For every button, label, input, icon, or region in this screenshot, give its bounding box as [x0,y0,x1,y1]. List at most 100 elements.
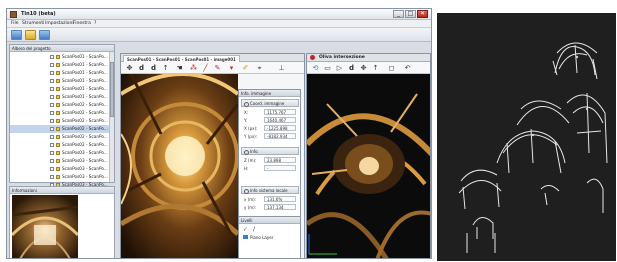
tree-checkbox[interactable] [50,70,54,75]
close-button[interactable]: ✕ [417,10,428,18]
menu-finestra[interactable]: Finestra [73,21,91,26]
tree-item[interactable]: ScanPos02 - ScanPo... [10,117,114,125]
arrow-up-icon[interactable]: ↑ [161,64,170,72]
window-title: Tin10 (beta) [21,11,56,17]
project-tree-title: Albero del progetto [10,45,114,52]
pin-alt-icon[interactable]: ⊥ [277,64,286,72]
tree-checkbox[interactable] [50,94,54,99]
section-info[interactable]: Info. [241,147,299,155]
tree-item[interactable]: ScanPos01 - ScanPo... [10,53,114,61]
tree-checkbox[interactable] [50,166,54,171]
brush-icon[interactable]: ▾ [227,64,236,72]
tree-checkbox[interactable] [50,126,54,131]
d-alt-icon[interactable]: d [149,64,158,72]
d-icon-2[interactable]: d [347,64,356,72]
pen-icon[interactable]: ✎ [213,64,222,72]
tree-item-label: ScanPos03 - ScanPo... [62,150,108,155]
local-y-row: y (m): 137.134 [244,204,298,211]
tree-item[interactable]: ScanPos01 - ScanPo... [10,69,114,77]
hand-icon[interactable]: ☚ [175,64,184,72]
tree-item[interactable]: ScanPos03 - ScanPo... [10,165,114,173]
marker-icon[interactable]: ⁂ [189,64,198,72]
cloud-window-title: Oliva intersezione [319,55,365,60]
layer-item-label: Piano Layer [250,235,274,240]
tree-checkbox[interactable] [50,158,54,163]
coord-ypx-value: -8182.934 [264,133,296,139]
tree-checkbox[interactable] [50,174,54,179]
tree-item[interactable]: ScanPos02 - ScanPo... [10,125,114,133]
tree-item[interactable]: ScanPos01 - ScanPo... [10,85,114,93]
app-icon [10,11,17,18]
layers-panel: Livelli ✓ ∕ Piano Layer [238,216,301,258]
menu-impostazioni[interactable]: Impostazioni [45,21,74,26]
pan-icon[interactable]: ✥ [125,64,134,72]
tree-item[interactable]: ScanPos02 - ScanPo... [10,101,114,109]
folder-icon [56,158,60,163]
tree-item[interactable]: ScanPos01 - ScanPo... [10,93,114,101]
menu-help[interactable]: ? [94,21,96,26]
main-toolbar [7,28,431,42]
coord-xpx-value: -1225.898 [264,125,296,131]
minimize-button[interactable]: _ [393,10,404,18]
tree-checkbox[interactable] [50,150,54,155]
tree-checkbox[interactable] [50,78,54,83]
tree-item[interactable]: ScanPos03 - ScanPo... [10,149,114,157]
tree-checkbox[interactable] [50,102,54,107]
arrow-up-icon-2[interactable]: ↑ [371,64,380,72]
rotate-icon[interactable]: ⟲ [311,64,320,72]
coord-x-label: X: [244,110,249,115]
line-icon[interactable]: ╱ [201,64,210,72]
open-folder-icon[interactable] [25,30,36,40]
pin-icon[interactable]: ✐ [241,64,250,72]
menu-strumenti[interactable]: Strumenti [22,21,44,26]
tree-item[interactable]: ScanPos02 - ScanPo... [10,141,114,149]
new-project-icon[interactable] [11,30,22,40]
tree-checkbox[interactable] [50,142,54,147]
check-icon[interactable]: ✓ [243,226,248,233]
folder-icon [56,86,60,91]
coord-x-row: X: 1175.767 [244,109,298,116]
save-icon[interactable] [39,30,50,40]
tree-item[interactable]: ScanPos03 - ScanPo... [10,173,114,181]
tree-checkbox[interactable] [50,118,54,123]
coord-y-row: Y: 1640.467 [244,117,298,124]
folder-icon [56,94,60,99]
tree-item-label: ScanPos02 - ScanPo... [62,126,108,131]
tree-scroll-thumb[interactable] [110,62,114,117]
wireframe-scene [437,13,616,261]
frame-icon[interactable]: ▭ [323,64,332,72]
tree-item[interactable]: ScanPos01 - ScanPo... [10,61,114,69]
tree-checkbox[interactable] [50,86,54,91]
cloud-window: Oliva intersezione ⟲ ▭ ▷ d ✥ ↑ ◻ ↶ [306,53,431,258]
coord-x-value: 1175.767 [264,109,296,115]
tree-checkbox[interactable] [50,54,54,59]
title-bar: Tin10 (beta) _ □ ✕ [7,9,431,20]
pan-icon-2[interactable]: ✥ [359,64,368,72]
tree-item[interactable]: ScanPos01 - ScanPo... [10,77,114,85]
square-icon[interactable]: ◻ [387,64,396,72]
tree-item-label: ScanPos02 - ScanPo... [62,142,108,147]
tab-image[interactable]: ScanPos01 - ScanPos01 - ScanPos01 - imag… [123,55,240,62]
tree-scrollbar[interactable] [109,52,114,182]
tree-item[interactable]: ScanPos03 - ScanPo... [10,157,114,165]
tree-item-label: ScanPos03 - ScanPo... [62,174,108,179]
tree-item[interactable]: ScanPos02 - ScanPo... [10,133,114,141]
tree-checkbox[interactable] [50,134,54,139]
d-icon[interactable]: d [137,64,146,72]
section-image-coords[interactable]: Coord. immagine [241,99,299,107]
layer-item[interactable]: Piano Layer [243,235,273,240]
path-icon[interactable]: ∕ [253,226,255,233]
vault-wireframe [458,42,608,253]
play-icon[interactable]: ▷ [335,64,344,72]
tree-checkbox[interactable] [50,62,54,67]
cursor-icon[interactable]: ⌖ [255,64,264,72]
menu-file[interactable]: File [11,21,19,26]
tree-item[interactable]: ScanPos02 - ScanPo... [10,109,114,117]
tree-checkbox[interactable] [50,110,54,115]
maximize-button[interactable]: □ [405,10,416,18]
coord-xpx-label: X (px): [244,126,258,131]
section-local-system[interactable]: Info sistema locale [241,186,299,194]
undo-icon[interactable]: ↶ [403,64,412,72]
information-title: Informazioni [10,187,114,194]
z-value: 23.898 [264,157,296,163]
